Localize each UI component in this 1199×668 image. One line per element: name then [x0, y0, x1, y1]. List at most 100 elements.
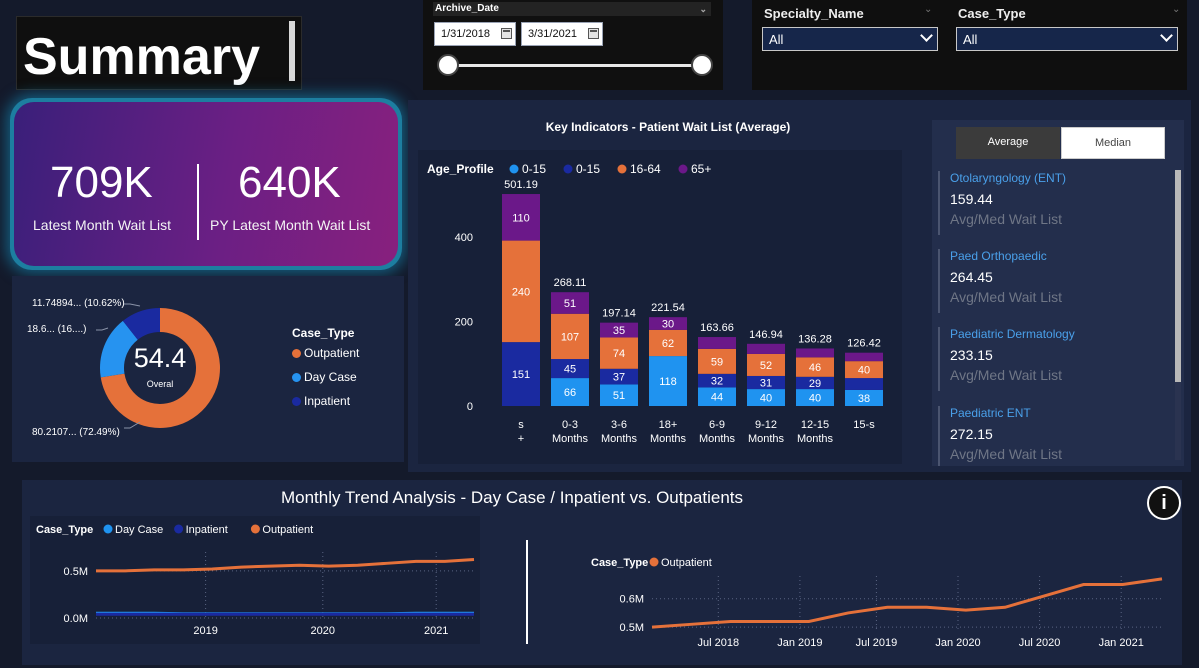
specialty-sublabel: Avg/Med Wait List: [950, 211, 1063, 227]
legend-dot-icon: [103, 524, 113, 534]
calendar-icon[interactable]: [588, 28, 599, 39]
leader-line: [96, 327, 109, 331]
x-tick-label: 12-15: [801, 419, 829, 431]
title-accent-bar: [289, 21, 295, 81]
legend-label[interactable]: Outpatient: [661, 557, 712, 569]
date-range-track[interactable]: [449, 64, 703, 67]
median-toggle[interactable]: Median: [1061, 127, 1165, 159]
bar-data-label: 62: [662, 338, 674, 350]
bar-data-label: 66: [564, 387, 576, 399]
specialty-value: 272.15: [950, 426, 993, 442]
bar-data-label: 45: [564, 364, 576, 376]
bar-total-label: 136.28: [798, 333, 832, 345]
legend-dot-icon: [292, 372, 301, 382]
specialty-card[interactable]: Otolaryngology (ENT) 159.44 Avg/Med Wait…: [938, 171, 1163, 235]
wait-list-stacked-bar-chart: Age_Profile 0-15 0-15 16-64 65+ 0 200 400 151…: [427, 162, 883, 445]
bar-segment[interactable]: [698, 337, 736, 349]
donut-center-value: 54.4: [134, 343, 187, 373]
bar-data-label: 151: [512, 369, 530, 381]
x-tick-label: Months: [552, 433, 589, 445]
dropdown-slicers: Specialty_Name ⌄ All Case_Type ⌄ All: [752, 0, 1187, 90]
y-tick-label: 0: [467, 401, 473, 413]
legend-label[interactable]: Outpatient: [262, 524, 313, 536]
specialty-card[interactable]: Paediatric ENT 272.15 Avg/Med Wait List: [938, 406, 1163, 466]
case-type-donut-panel: 11.74894... (10.62%) 18.6... (16....) 80…: [12, 276, 404, 462]
title-box: Summary: [16, 16, 302, 90]
specialty-sublabel: Avg/Med Wait List: [950, 289, 1063, 305]
specialty-name: Otolaryngology (ENT): [950, 171, 1067, 185]
legend-label[interactable]: Day Case: [115, 524, 163, 536]
donut-label-day-case: 18.6... (16....): [27, 324, 86, 335]
donut-label-inpatient: 11.74894... (10.62%): [32, 298, 125, 309]
x-tick-label: 2021: [424, 625, 448, 637]
specialty-card[interactable]: Paediatric Dermatology 233.15 Avg/Med Wa…: [938, 327, 1163, 391]
x-tick-label: 9-12: [755, 419, 777, 431]
series-line[interactable]: [651, 577, 1163, 629]
specialty-dropdown-value: All: [769, 32, 784, 47]
x-tick-label: Jan 2019: [777, 637, 822, 649]
y-axis: 0 200 400: [455, 232, 473, 413]
x-tick-label: Jul 2019: [856, 637, 898, 649]
y-tick-label: 400: [455, 232, 473, 244]
y-tick-label: 0.5M: [620, 622, 644, 634]
legend-item-day-case[interactable]: Day Case: [292, 370, 357, 384]
legend-label[interactable]: 16-64: [630, 162, 661, 176]
specialty-dropdown[interactable]: All: [762, 27, 938, 51]
scrollbar-thumb[interactable]: [1175, 170, 1181, 382]
bar-data-label: 37: [613, 372, 625, 384]
info-icon[interactable]: i: [1147, 486, 1181, 520]
trend-left-legend: Day Case Inpatient Outpatient: [103, 524, 313, 536]
x-tick-label: Jul 2020: [1019, 637, 1061, 649]
bar-data-label: 59: [711, 356, 723, 368]
bar-data-label: 52: [760, 360, 772, 372]
bar-segment[interactable]: [747, 343, 785, 354]
legend-label[interactable]: 0-15: [576, 162, 600, 176]
legend-label: Day Case: [304, 370, 357, 384]
legend-item-inpatient[interactable]: Inpatient: [292, 394, 350, 408]
bar-segment[interactable]: [796, 348, 834, 358]
bar-data-label: 51: [613, 390, 625, 402]
series-line[interactable]: [96, 558, 475, 573]
bar-data-label: 46: [809, 362, 821, 374]
date-range-end-handle[interactable]: [691, 54, 713, 76]
date-slicer-header: Archive_Date ⌄: [433, 2, 711, 16]
bar-segment[interactable]: [845, 378, 883, 390]
legend-label[interactable]: 65+: [691, 162, 711, 176]
end-date-value: 3/31/2021: [528, 28, 577, 40]
trend-divider: [526, 540, 528, 644]
start-date-input[interactable]: 1/31/2018: [434, 22, 516, 46]
specialty-slicer-label: Specialty_Name: [764, 6, 864, 21]
donut-label-outpatient: 80.2107... (72.49%): [32, 427, 120, 438]
y-tick-label: 0.0M: [64, 613, 88, 625]
specialty-sublabel: Avg/Med Wait List: [950, 367, 1063, 383]
date-range-start-handle[interactable]: [437, 54, 459, 76]
average-toggle[interactable]: Average: [956, 127, 1060, 159]
chevron-down-icon[interactable]: ⌄: [924, 4, 932, 15]
specialty-value: 264.45: [950, 269, 993, 285]
chevron-down-icon[interactable]: ⌄: [1172, 4, 1180, 15]
start-date-value: 1/31/2018: [441, 28, 490, 40]
calendar-icon[interactable]: [501, 28, 512, 39]
end-date-input[interactable]: 3/31/2021: [521, 22, 603, 46]
latest-month-value: 709K: [50, 158, 153, 207]
legend-dot-icon: [250, 524, 260, 534]
x-tick-label: 2020: [311, 625, 335, 637]
x-tick-label: 6-9: [709, 419, 725, 431]
trend-left-line-chart: Case_Type Day Case Inpatient Outpatient 0.…: [36, 524, 475, 637]
trend-title: Monthly Trend Analysis - Day Case / Inpa…: [280, 488, 744, 507]
legend-label[interactable]: 0-15: [522, 162, 546, 176]
chevron-down-icon[interactable]: ⌄: [699, 2, 707, 16]
case-type-dropdown[interactable]: All: [956, 27, 1178, 51]
specialty-card[interactable]: Paed Orthopaedic 264.45 Avg/Med Wait Lis…: [938, 249, 1163, 313]
py-latest-month-label: PY Latest Month Wait List: [210, 217, 371, 233]
x-tick-label: 0-3: [562, 419, 578, 431]
legend-label[interactable]: Inpatient: [186, 524, 228, 536]
legend-label: Outpatient: [304, 346, 360, 360]
trend-right-plot: 0.5M 0.6M Jul 2018 Jan 2019 Jul 2019 Jan 2020…: [620, 576, 1163, 649]
bar-segment[interactable]: [845, 352, 883, 362]
bar-total-label: 146.94: [749, 329, 783, 341]
bar-data-label: 44: [711, 392, 723, 404]
trend-left-legend-title: Case_Type: [36, 524, 93, 536]
legend-item-outpatient[interactable]: Outpatient: [292, 346, 359, 360]
bar-total-label: 163.66: [700, 322, 734, 334]
